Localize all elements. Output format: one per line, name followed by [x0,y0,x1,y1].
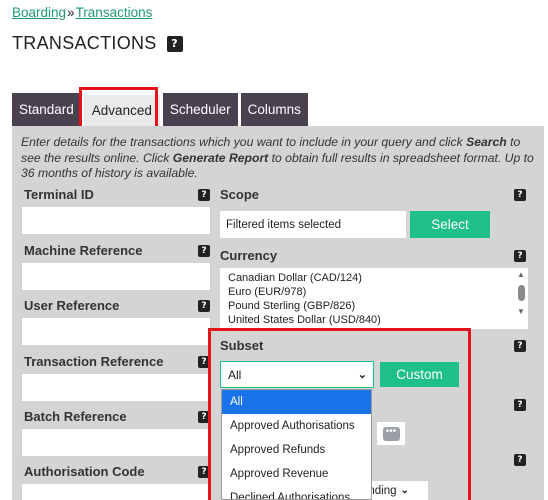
batch-reference-label: Batch Reference [24,409,127,424]
breadcrumb-separator: » [67,5,75,20]
breadcrumb-link-boarding[interactable]: Boarding [12,5,66,20]
currency-option[interactable]: United States Dollar (USD/840) [228,313,528,327]
scope-select-button[interactable]: Select [410,211,490,238]
field-help-icon[interactable]: ? [514,454,526,466]
instructions-search-term: Search [466,135,507,149]
scope-help-icon[interactable]: ? [514,189,526,201]
breadcrumb-link-transactions[interactable]: Transactions [76,5,153,20]
instructions-text: Enter details for the transactions which… [21,135,539,182]
tab-columns[interactable]: Columns [240,93,308,126]
help-icon[interactable]: ? [166,35,183,52]
user-reference-help-icon[interactable]: ? [198,300,210,312]
breadcrumb: Boarding»Transactions [12,5,152,20]
user-reference-label: User Reference [24,298,120,313]
currency-label: Currency [220,248,278,263]
tab-standard[interactable]: Standard [12,93,81,126]
instructions-generate-term: Generate Report [172,150,269,165]
instructions-part-1: Enter details for the transactions which… [21,135,467,149]
machine-reference-label: Machine Reference [24,243,143,258]
terminal-id-label: Terminal ID [24,187,94,202]
scrollbar-thumb[interactable] [517,285,525,301]
currency-option[interactable]: Canadian Dollar (CAD/124) [228,271,528,285]
subset-highlight-box [208,328,471,500]
advanced-tab-highlight-box [79,87,158,130]
page-title-text: TRANSACTIONS [12,33,157,53]
terminal-id-help-icon[interactable]: ? [198,189,210,201]
currency-option[interactable]: Euro (EUR/978) [228,285,528,299]
currency-help-icon[interactable]: ? [514,250,526,262]
authorisation-code-input[interactable] [22,484,210,500]
scope-label: Scope [220,187,260,202]
machine-reference-input[interactable] [22,263,210,290]
currency-option[interactable]: Pound Sterling (GBP/826) [228,299,528,313]
tab-scheduler[interactable]: Scheduler [162,93,238,126]
terminal-id-input[interactable] [22,207,210,234]
transaction-reference-label: Transaction Reference [24,354,164,369]
batch-reference-input[interactable] [22,429,210,456]
field-help-icon[interactable]: ? [514,399,526,411]
page-title: TRANSACTIONS ? [12,33,183,54]
scroll-up-arrow-icon[interactable]: ▲ [515,270,527,280]
authorisation-code-label: Authorisation Code [24,464,145,479]
user-reference-input[interactable] [22,318,210,345]
currency-scrollbar[interactable]: ▲ ▼ [515,270,527,327]
subset-help-icon[interactable]: ? [514,340,526,352]
scroll-down-arrow-icon[interactable]: ▼ [515,307,527,317]
machine-reference-help-icon[interactable]: ? [198,245,210,257]
currency-multiselect[interactable]: Canadian Dollar (CAD/124) Euro (EUR/978)… [220,268,528,329]
transaction-reference-input[interactable] [22,374,210,401]
scope-value-field: Filtered items selected [220,211,406,238]
tab-bar: Standard Advanced Scheduler Columns [12,93,311,126]
